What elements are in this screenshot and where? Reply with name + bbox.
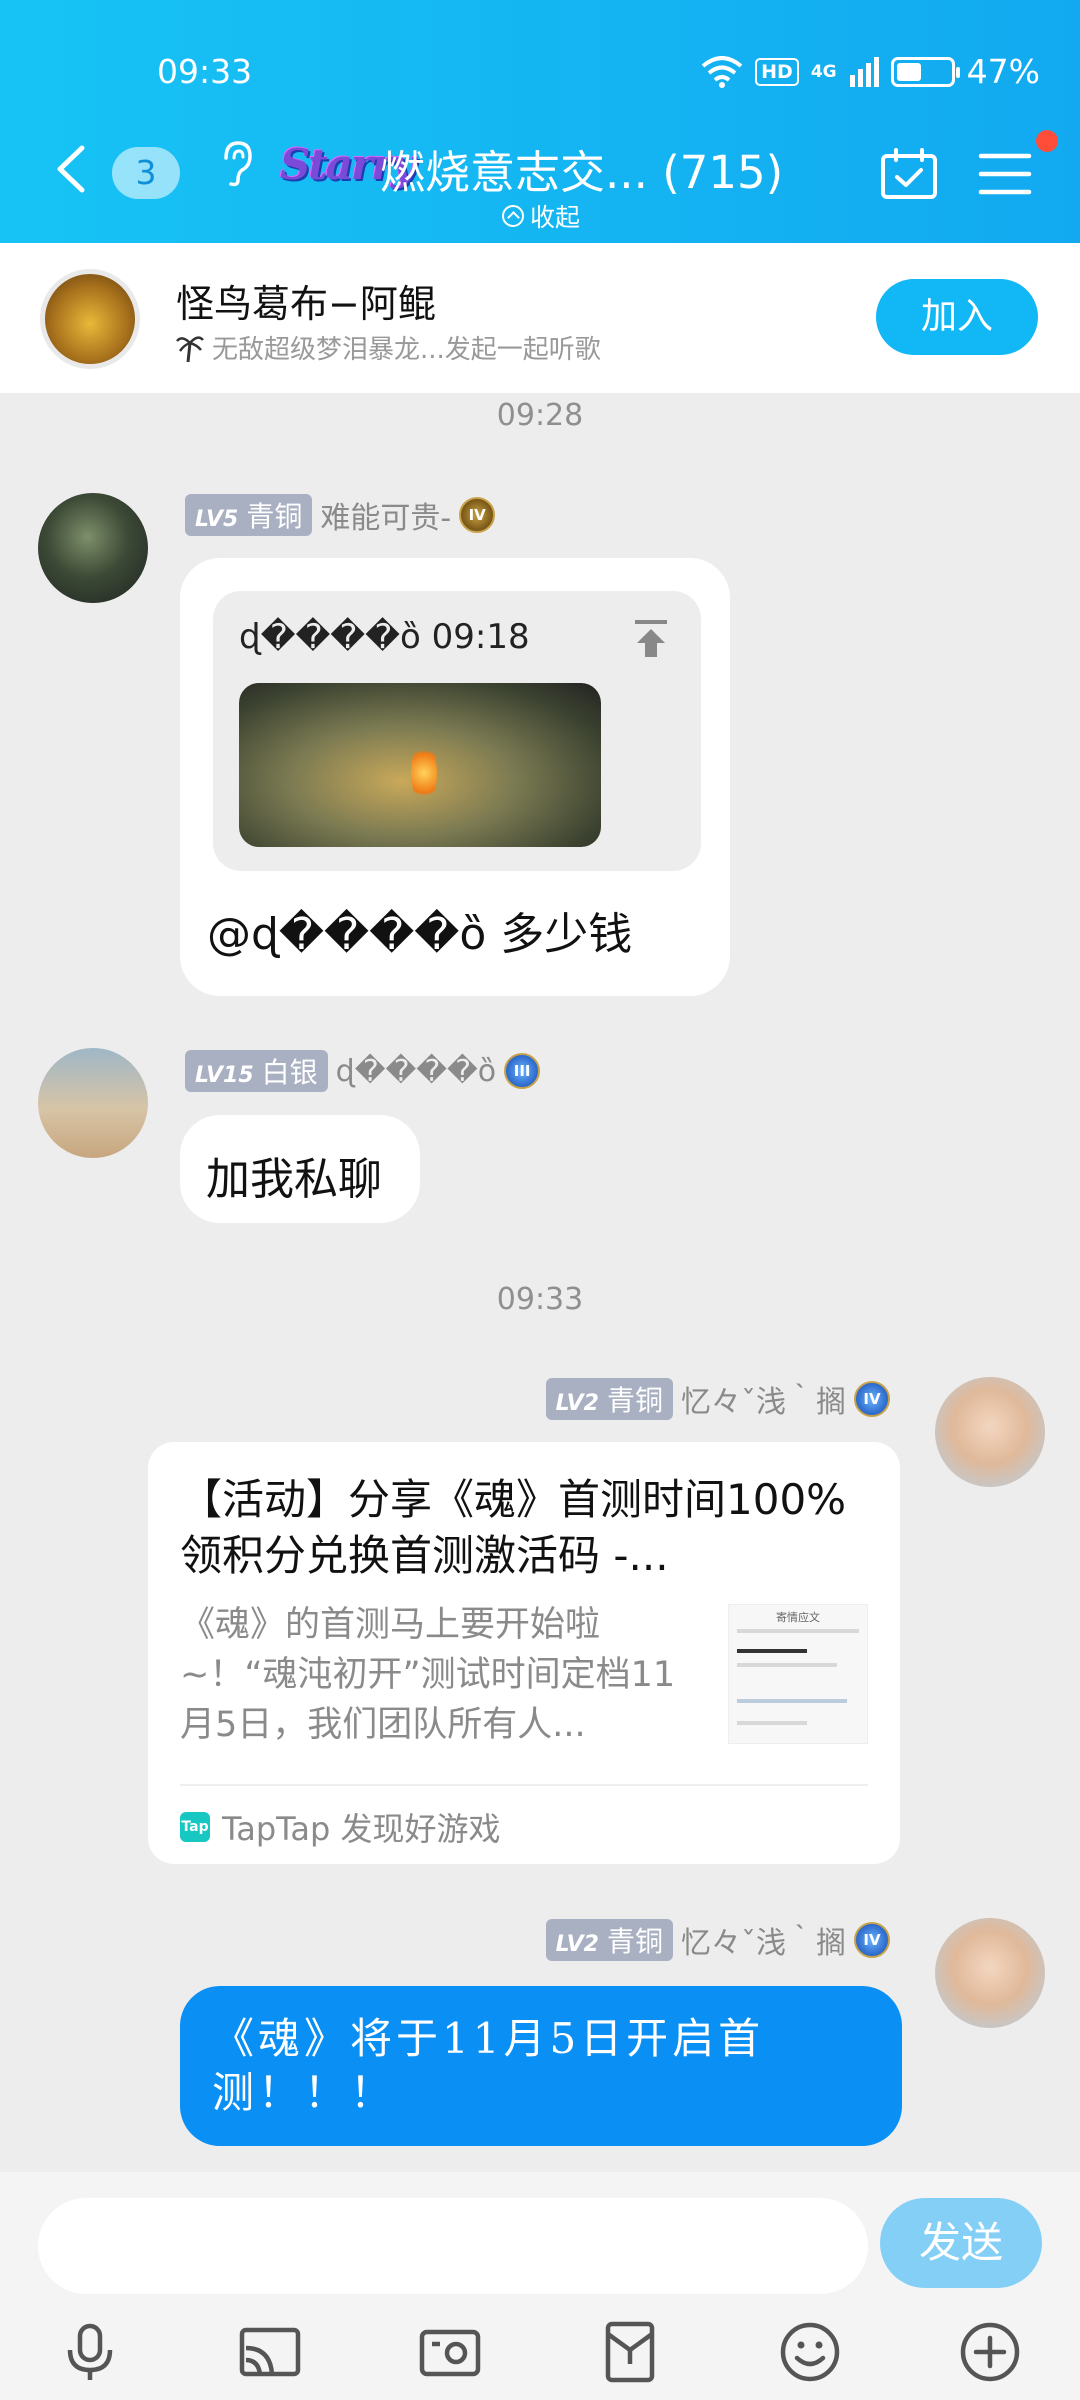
palm-tree-icon (176, 335, 204, 362)
message-bubble[interactable]: 加我私聊 (180, 1115, 420, 1223)
join-button[interactable]: 加入 (876, 279, 1038, 355)
level-number: LV2 (555, 1932, 599, 1957)
level-name: 青铜 (606, 1925, 663, 1958)
taptap-logo-icon: Tap (180, 1812, 210, 1842)
level-name: 青铜 (606, 1384, 663, 1417)
ear-icon[interactable] (216, 138, 256, 188)
card-divider (180, 1784, 868, 1786)
level-badge: LV2 青铜 (545, 1919, 673, 1961)
battery-icon (890, 56, 960, 87)
card-description: 《魂》的首测马上要开始啦~！“魂沌初开”测试时间定档11月5日，我们团队所有人.… (180, 1605, 676, 1745)
quoted-message-card[interactable]: ɖ����ȍ 09:18 (213, 591, 701, 871)
medal-icon: IV (854, 1381, 890, 1417)
emoji-icon[interactable] (778, 2320, 842, 2384)
level-number: LV5 (195, 507, 239, 532)
nav-bar: 3 Starry 燃烧意志交... (715) 收起 (0, 120, 1080, 232)
photo-icon[interactable] (418, 2320, 482, 2384)
banner-avatar (40, 269, 140, 369)
level-badge: LV15 白银 (185, 1050, 328, 1092)
timestamp: 09:28 (496, 398, 584, 433)
sender-meta: LV5 青铜 难能可贵- IV (185, 493, 496, 537)
message-text: @ɖ����ȍ 多少钱 (207, 909, 633, 960)
hd-badge: HD (755, 57, 799, 86)
collapse-button[interactable]: 收起 (502, 198, 580, 234)
chat-header: 09:33 HD 4G 47% 3 Starry 燃烧意志交... (715) … (0, 0, 1080, 243)
my-avatar[interactable] (935, 1918, 1045, 2028)
video-thumbnail[interactable] (239, 683, 601, 847)
medal-icon: IV (459, 497, 496, 533)
listen-together-banner[interactable]: 怪鸟葛布−阿鲲 无敌超级梦泪暴龙...发起一起听歌 加入 (0, 243, 1080, 393)
cast-icon[interactable] (238, 2320, 302, 2384)
group-title-area[interactable]: Starry 燃烧意志交... (715) 收起 (270, 128, 790, 232)
sender-meta: LV2 青铜 忆々ˇ浅｀搁 IV (545, 1377, 890, 1421)
sender-meta: LV15 白银 ɖ����ȍ III (185, 1050, 541, 1092)
collapse-label: 收起 (530, 203, 581, 232)
signal-icon (849, 56, 879, 87)
message-input[interactable] (38, 2198, 868, 2294)
sender-name[interactable]: 忆々ˇ浅｀搁 (681, 1377, 846, 1421)
mic-icon[interactable] (58, 2320, 122, 2384)
status-icons: HD 4G 47% (701, 52, 1040, 91)
sender-name[interactable]: 忆々ˇ浅｀搁 (681, 1918, 846, 1962)
wifi-icon (701, 55, 743, 88)
level-number: LV2 (555, 1391, 599, 1416)
jump-to-top-icon[interactable] (633, 619, 669, 659)
network-type: 4G (810, 61, 837, 82)
sender-meta: LV2 青铜 忆々ˇ浅｀搁 IV (545, 1918, 890, 1962)
plus-icon[interactable] (958, 2320, 1022, 2384)
input-area: 发送 (0, 2172, 1080, 2400)
sender-name[interactable]: 难能可贵- (320, 493, 451, 537)
menu-icon[interactable] (978, 152, 1032, 196)
link-share-card[interactable]: 【活动】分享《魂》首测时间100%领积分兑换首测激活码 -... 《魂》的首测马… (148, 1442, 900, 1864)
send-button[interactable]: 发送 (880, 2198, 1042, 2288)
back-arrow-icon[interactable] (52, 144, 92, 194)
level-name: 青铜 (246, 500, 303, 533)
medal-icon: IV (854, 1922, 890, 1958)
group-title: 燃烧意志交... (715) (380, 146, 784, 199)
my-avatar[interactable] (935, 1377, 1045, 1487)
card-title: 【活动】分享《魂》首测时间100%领积分兑换首测激活码 -... (180, 1475, 847, 1580)
avatar[interactable] (38, 493, 148, 603)
battery-percent: 47% (966, 52, 1040, 91)
message-bubble[interactable]: 《魂》将于11月5日开启首测！！！ (180, 1986, 902, 2146)
card-thumbnail: 寄情应文 (728, 1604, 868, 1744)
message-text: 《魂》将于11月5日开启首测！！！ (212, 2014, 765, 2117)
avatar[interactable] (38, 1048, 148, 1158)
unread-count-badge[interactable]: 3 (112, 147, 180, 199)
sender-name[interactable]: ɖ����ȍ (336, 1054, 496, 1089)
card-source: Tap TapTap 发现好游戏 (180, 1804, 501, 1850)
status-bar: 09:33 HD 4G 47% (0, 52, 1080, 92)
banner-song-name: 怪鸟葛布−阿鲲 (176, 282, 436, 326)
banner-subtitle-text: 无敌超级梦泪暴龙...发起一起听歌 (212, 335, 601, 365)
level-badge: LV5 青铜 (185, 494, 313, 536)
banner-subtitle: 无敌超级梦泪暴龙...发起一起听歌 (176, 329, 601, 366)
timestamp: 09:33 (496, 1282, 584, 1317)
status-time: 09:33 (157, 52, 253, 91)
level-name: 白银 (261, 1056, 318, 1089)
collapse-up-icon (502, 205, 524, 227)
red-packet-icon[interactable] (598, 2320, 662, 2384)
level-badge: LV2 青铜 (545, 1378, 673, 1420)
level-number: LV15 (195, 1063, 254, 1088)
quoted-sender: ɖ����ȍ 09:18 (239, 617, 530, 657)
message-text: 加我私聊 (206, 1154, 382, 1205)
notification-dot (1036, 130, 1058, 152)
card-thumbnail-heading: 寄情应文 (776, 1611, 820, 1624)
medal-icon: III (504, 1053, 541, 1089)
message-bubble[interactable]: ɖ����ȍ 09:18 @ɖ����ȍ 多少钱 (180, 558, 730, 996)
card-source-text: TapTap 发现好游戏 (222, 1810, 501, 1848)
input-toolbar (0, 2320, 1080, 2400)
calendar-check-icon[interactable] (880, 148, 938, 200)
